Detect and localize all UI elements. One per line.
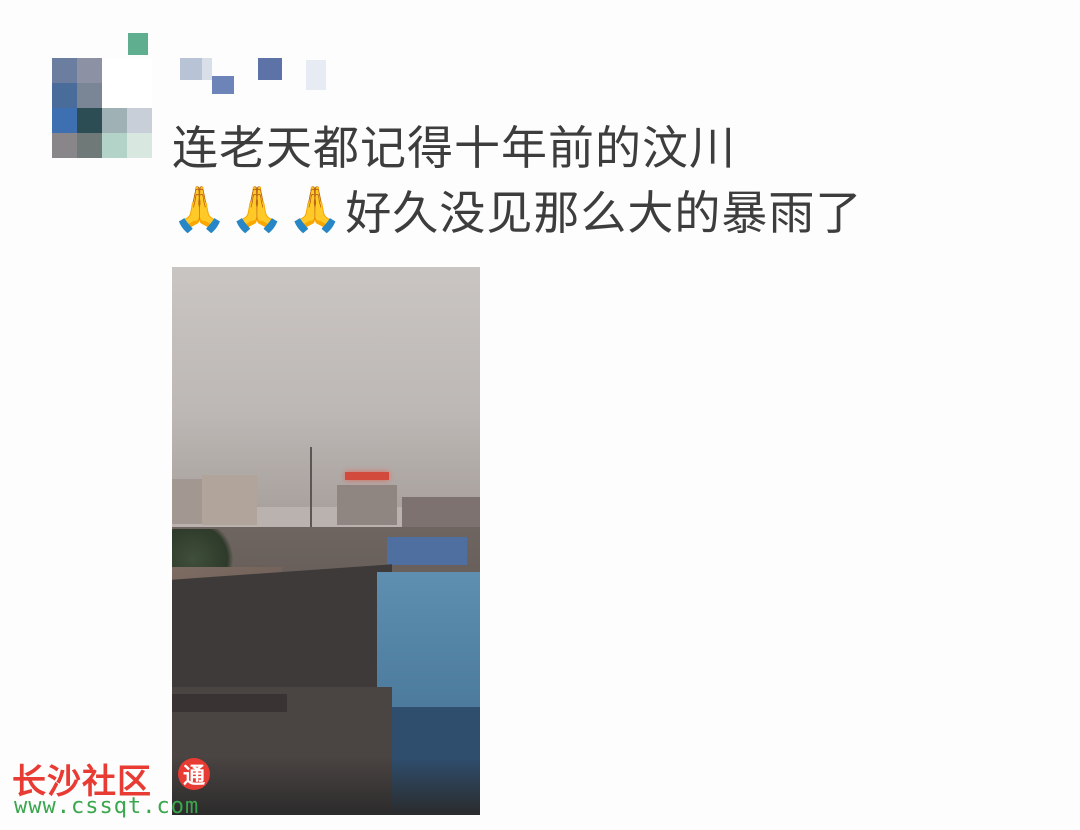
folded-hands-icon: 🙏 xyxy=(172,184,228,235)
folded-hands-icon: 🙏 xyxy=(229,184,286,235)
avatar[interactable] xyxy=(52,58,152,158)
photo-blue-roof xyxy=(377,572,480,712)
photo-sign-strip xyxy=(172,694,287,712)
watermark-url: www.cssqt.com xyxy=(14,794,200,819)
post-text-line2-content: 好久没见那么大的暴雨了 xyxy=(345,186,863,240)
folded-hands-icon: 🙏 xyxy=(287,184,344,235)
post-text-line2: 🙏 🙏 🙏 好久没见那么大的暴雨了 xyxy=(172,177,862,243)
photo-neon-sign xyxy=(345,472,389,480)
moments-post: 连老天都记得十年前的汶川 🙏 🙏 🙏 好久没见那么大的暴雨了 长沙社区 通 ww… xyxy=(0,0,1080,830)
post-text-line1: 连老天都记得十年前的汶川 xyxy=(172,121,736,175)
avatar-pixel-corner xyxy=(128,33,148,55)
watermark-logo: 通 xyxy=(178,758,210,790)
photo-blue-awning xyxy=(387,537,467,565)
nickname-blurred[interactable] xyxy=(180,58,340,98)
photo-bottom-shade xyxy=(172,757,480,815)
post-photo[interactable] xyxy=(172,267,480,815)
